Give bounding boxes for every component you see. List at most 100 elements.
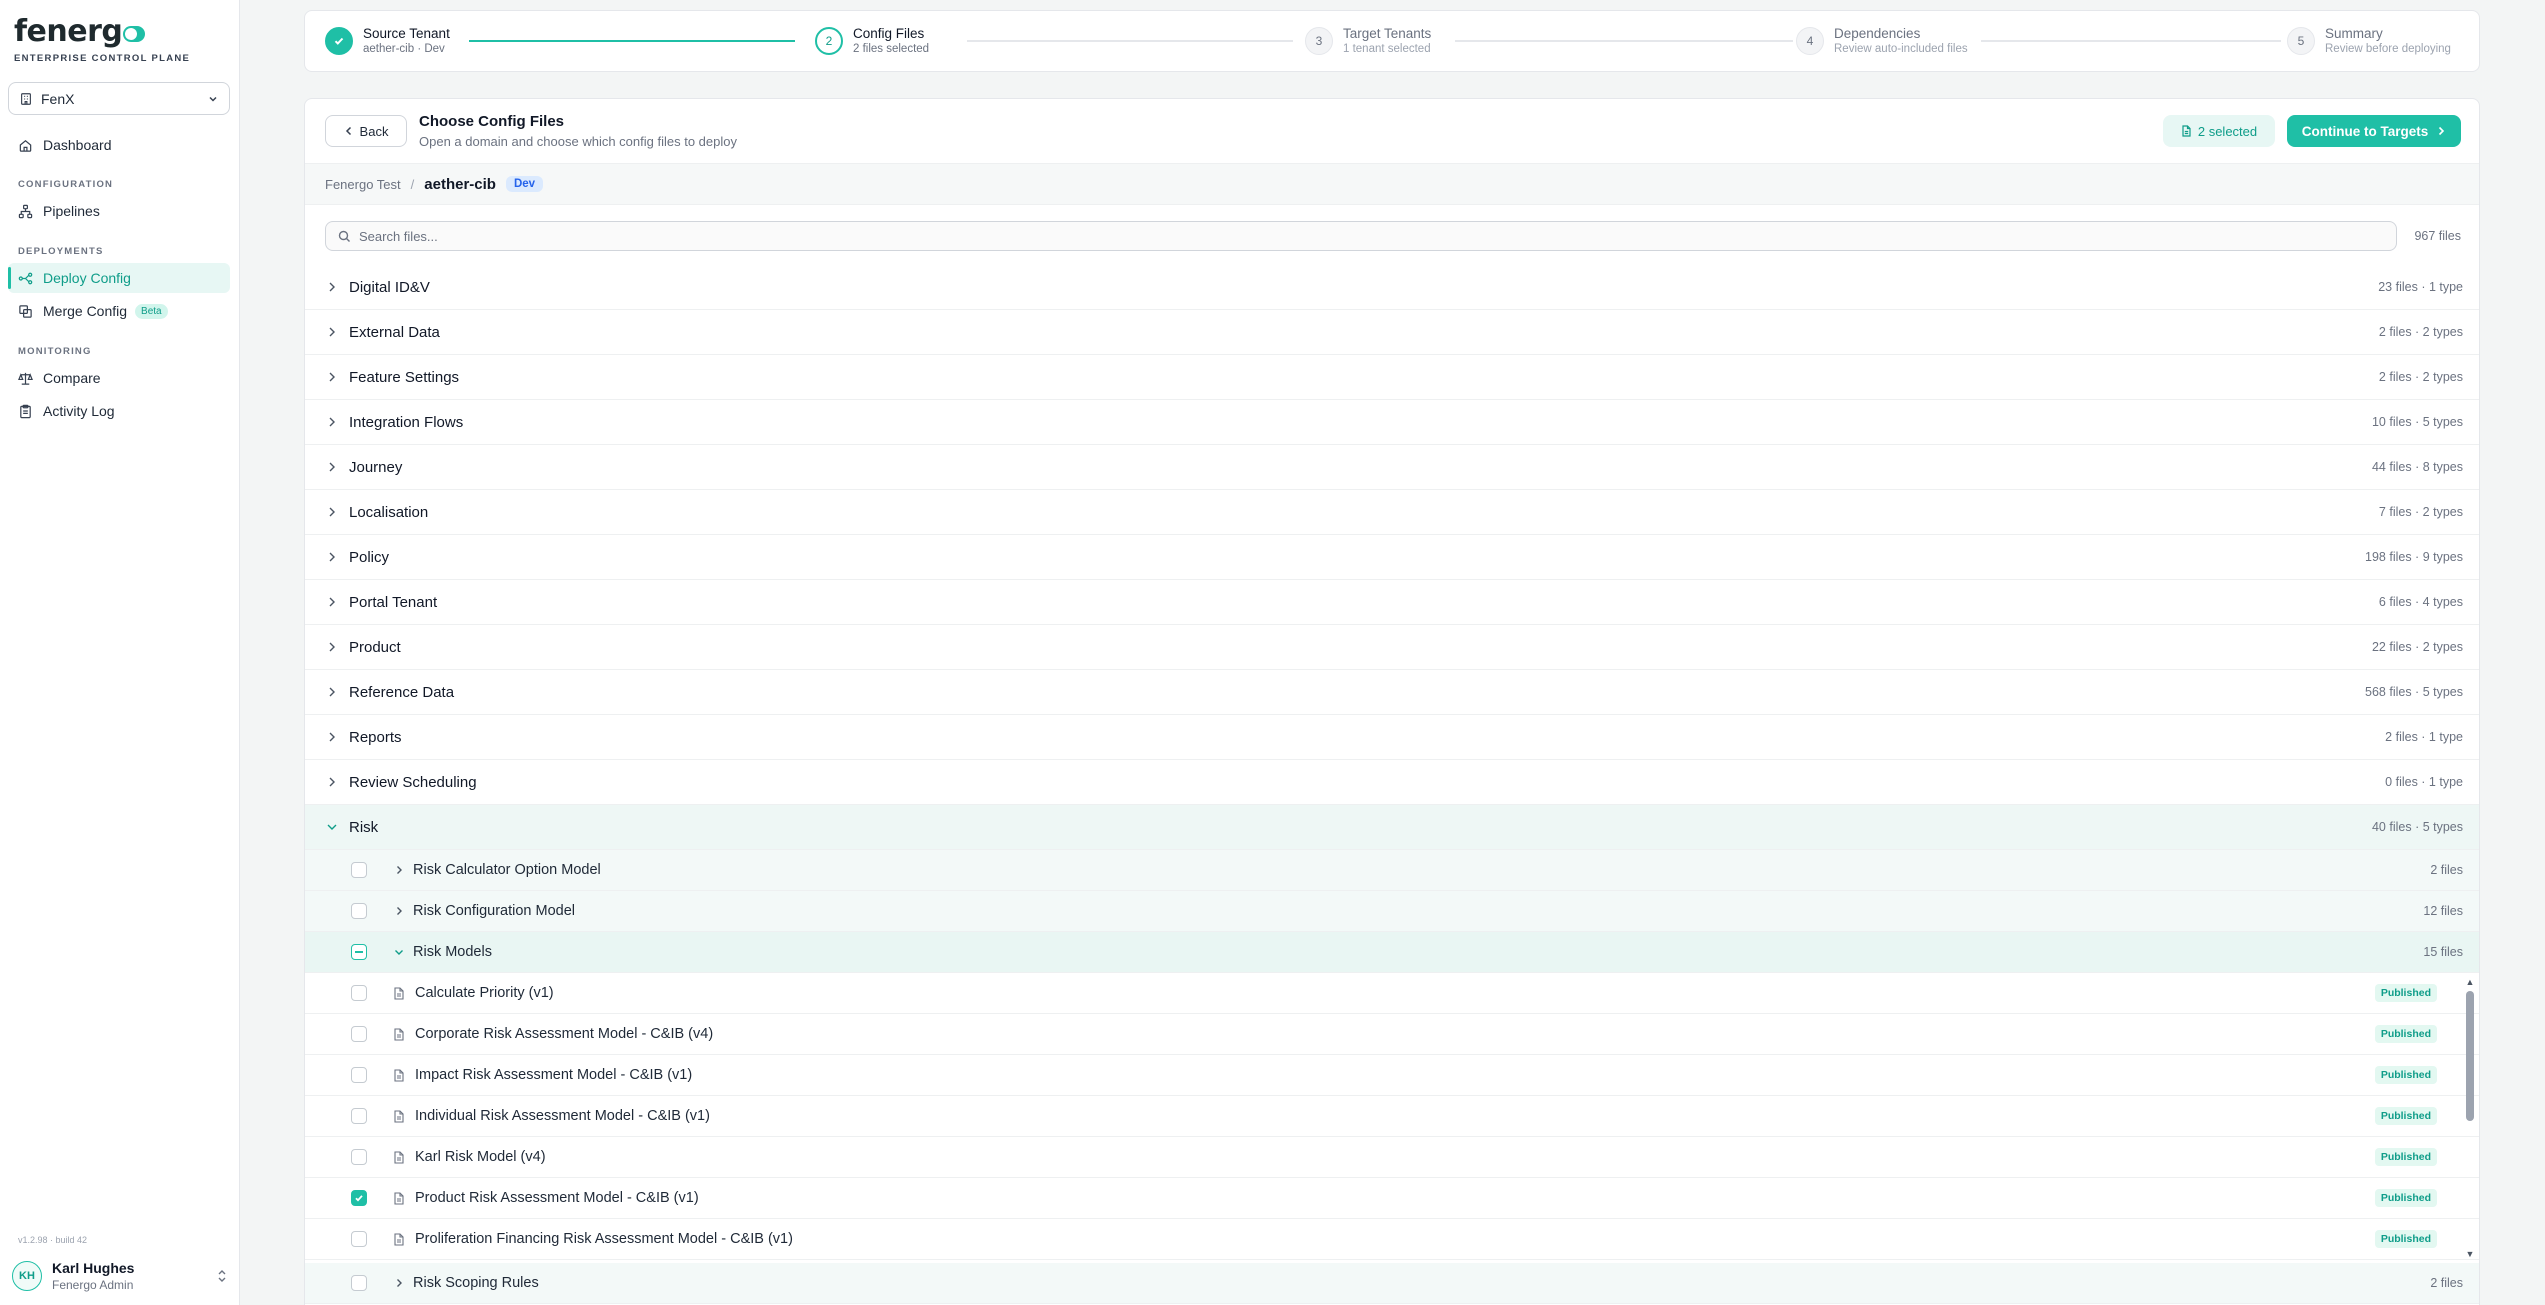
file-row[interactable]: Karl Risk Model (v4) Published <box>305 1137 2479 1178</box>
search-input[interactable] <box>359 228 2212 244</box>
file-row[interactable]: Proliferation Financing Risk Assessment … <box>305 1219 2479 1260</box>
scrollbar-thumb[interactable] <box>2466 991 2474 1121</box>
breadcrumb-separator: / <box>410 176 415 192</box>
nav-deploy-config[interactable]: Deploy Config <box>8 263 230 293</box>
nav-pipelines[interactable]: Pipelines <box>8 196 230 226</box>
deploy-icon <box>18 272 33 284</box>
file-row[interactable]: Calculate Priority (v1) Published <box>305 973 2479 1014</box>
domain-row[interactable]: Integration Flows 10 files · 5 types <box>305 400 2479 445</box>
scroll-up-arrow-icon[interactable]: ▲ <box>2465 977 2475 987</box>
domain-row[interactable]: Localisation 7 files · 2 types <box>305 490 2479 535</box>
domain-row[interactable]: Feature Settings 2 files · 2 types <box>305 355 2479 400</box>
fenergo-logo[interactable]: fenerg <box>14 14 146 49</box>
chevron-right-icon <box>329 597 335 607</box>
file-icon <box>2182 125 2191 137</box>
file-row[interactable]: Individual Risk Assessment Model - C&IB … <box>305 1096 2479 1137</box>
file-row[interactable]: Corporate Risk Assessment Model - C&IB (… <box>305 1014 2479 1055</box>
file-name: Product Risk Assessment Model - C&IB (v1… <box>415 1190 699 1206</box>
type-checkbox-indeterminate[interactable] <box>351 944 367 960</box>
chevron-right-icon <box>2439 126 2445 136</box>
domain-row[interactable]: Review Scheduling 0 files · 1 type <box>305 760 2479 805</box>
step-target-tenants[interactable]: 3 Target Tenants 1 tenant selected <box>1305 26 1431 55</box>
tenant-select[interactable]: FenX <box>8 82 230 115</box>
user-role: Fenergo Admin <box>52 1278 134 1292</box>
breadcrumb-current: aether-cib <box>424 175 496 193</box>
file-checkbox[interactable] <box>351 1026 367 1042</box>
type-checkbox[interactable] <box>351 903 367 919</box>
chevron-right-icon <box>397 866 402 874</box>
domain-row[interactable]: Product 22 files · 2 types <box>305 625 2479 670</box>
home-icon <box>19 139 32 152</box>
nav-compare[interactable]: Compare <box>8 363 230 393</box>
search-icon <box>338 230 350 242</box>
file-checkbox[interactable] <box>351 1231 367 1247</box>
type-row-risk-models[interactable]: Risk Models 15 files <box>305 932 2479 973</box>
nav-dashboard[interactable]: Dashboard <box>8 130 230 160</box>
type-row[interactable]: Risk Configuration Model 12 files <box>305 891 2479 932</box>
type-row[interactable]: Risk Scoping Rules 2 files <box>305 1263 2479 1304</box>
domain-row[interactable]: Reports 2 files · 1 type <box>305 715 2479 760</box>
file-checkbox[interactable] <box>351 1067 367 1083</box>
step-source-tenant[interactable]: Source Tenant aether-cib · Dev <box>325 26 450 55</box>
chevron-right-icon <box>329 417 335 427</box>
step-title: Dependencies <box>1834 26 1921 41</box>
beta-badge: Beta <box>135 303 168 319</box>
step-dependencies[interactable]: 4 Dependencies Review auto-included file… <box>1796 26 1968 55</box>
type-meta: 15 files <box>2423 945 2463 959</box>
file-checkbox[interactable] <box>351 1149 367 1165</box>
type-checkbox[interactable] <box>351 862 367 878</box>
domain-meta: 0 files · 1 type <box>2385 775 2463 789</box>
step-number: 4 <box>1796 26 1824 55</box>
status-badge: Published <box>2374 1025 2437 1043</box>
file-checkbox[interactable] <box>351 1108 367 1124</box>
chevron-right-icon <box>329 282 335 292</box>
merge-icon <box>19 304 32 318</box>
step-summary[interactable]: 5 Summary Review before deploying <box>2287 26 2451 55</box>
domain-row[interactable]: Journey 44 files · 8 types <box>305 445 2479 490</box>
domain-name: Integration Flows <box>349 413 464 431</box>
domain-meta: 44 files · 8 types <box>2371 460 2463 474</box>
status-badge: Published <box>2374 1107 2437 1125</box>
user-menu[interactable]: KH Karl Hughes Fenergo Admin <box>12 1256 228 1296</box>
file-row-selected[interactable]: Product Risk Assessment Model - C&IB (v1… <box>305 1178 2479 1219</box>
page-subtitle: Open a domain and choose which config fi… <box>419 134 737 149</box>
domain-meta: 23 files · 1 type <box>2378 280 2463 294</box>
domain-row-risk[interactable]: Risk 40 files · 5 types <box>305 805 2479 850</box>
continue-to-targets-button[interactable]: Continue to Targets <box>2287 115 2461 147</box>
file-name: Calculate Priority (v1) <box>415 985 554 1001</box>
file-checkbox-checked[interactable] <box>351 1190 367 1206</box>
type-row[interactable]: Risk Calculator Option Model 2 files <box>305 850 2479 891</box>
domain-name: External Data <box>349 323 440 341</box>
scroll-down-arrow-icon[interactable]: ▼ <box>2465 1249 2475 1259</box>
domain-meta: 2 files · 1 type <box>2385 730 2463 744</box>
page-title: Choose Config Files <box>419 113 565 130</box>
domain-meta: 10 files · 5 types <box>2371 415 2463 429</box>
total-file-count: 967 files <box>2414 229 2461 243</box>
file-list-scrollbar[interactable]: ▲ ▼ <box>2465 977 2475 1259</box>
step-config-files[interactable]: 2 Config Files 2 files selected <box>815 26 929 55</box>
step-subtitle: Review auto-included files <box>1834 43 1968 55</box>
domain-row[interactable]: External Data 2 files · 2 types <box>305 310 2479 355</box>
domain-row[interactable]: Digital ID&V 23 files · 1 type <box>305 265 2479 310</box>
domain-name: Reports <box>349 728 402 746</box>
search-field[interactable] <box>325 221 2397 251</box>
nav-merge-config-label: Merge Config <box>43 303 128 319</box>
file-row[interactable]: Impact Risk Assessment Model - C&IB (v1)… <box>305 1055 2479 1096</box>
chevron-down-icon <box>327 824 337 830</box>
breadcrumb-root[interactable]: Fenergo Test <box>325 177 401 192</box>
nav-activity-log[interactable]: Activity Log <box>8 396 230 426</box>
domain-row[interactable]: Reference Data 568 files · 5 types <box>305 670 2479 715</box>
back-button[interactable]: Back <box>325 115 407 147</box>
domain-meta: 6 files · 4 types <box>2378 595 2463 609</box>
domain-meta: 568 files · 5 types <box>2365 685 2463 699</box>
selected-count-badge[interactable]: 2 selected <box>2163 115 2275 147</box>
nav-merge-config[interactable]: Merge Config Beta <box>8 296 230 326</box>
domain-row[interactable]: Policy 198 files · 9 types <box>305 535 2479 580</box>
domain-row[interactable]: Portal Tenant 6 files · 4 types <box>305 580 2479 625</box>
file-list[interactable]: Calculate Priority (v1) Published Corpor… <box>305 973 2479 1263</box>
step-connector-4 <box>1981 40 2281 42</box>
user-name: Karl Hughes <box>52 1260 135 1276</box>
status-badge: Published <box>2374 984 2437 1002</box>
type-checkbox[interactable] <box>351 1275 367 1291</box>
file-checkbox[interactable] <box>351 985 367 1001</box>
